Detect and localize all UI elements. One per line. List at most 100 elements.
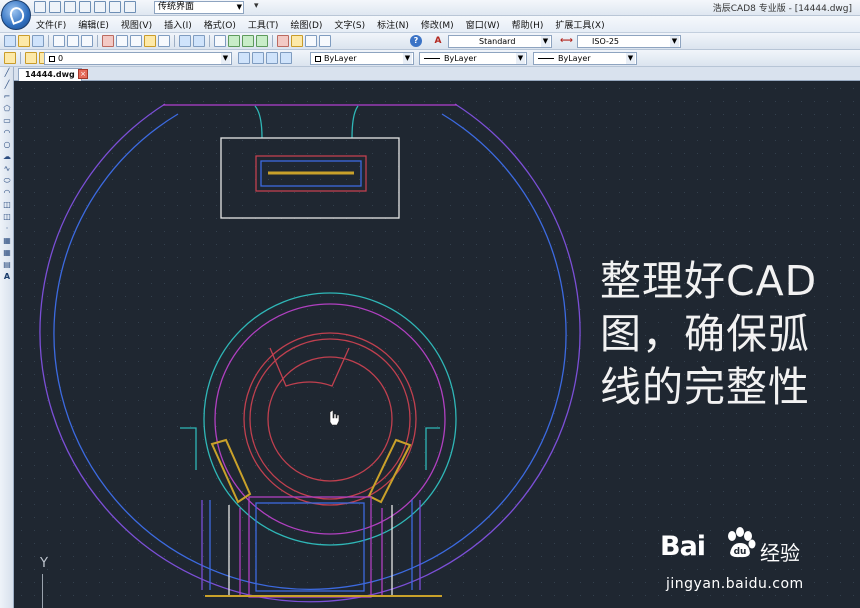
make-block-icon[interactable] xyxy=(2,212,12,222)
text-style-value: Standard xyxy=(479,37,516,46)
lower-cyan-left xyxy=(180,427,197,470)
standard-toolbar: ? A Standard ▼ ⟷ ISO-25 ▼ xyxy=(0,33,860,50)
outer-ring-inner xyxy=(53,113,567,590)
hatch-icon[interactable] xyxy=(2,236,12,246)
tool-palettes-icon[interactable] xyxy=(305,35,317,47)
layer-previous-icon[interactable] xyxy=(252,52,264,64)
layer-select[interactable]: 0 ▼ xyxy=(44,52,232,65)
polygon-icon[interactable] xyxy=(2,104,12,114)
help-icon[interactable]: ? xyxy=(410,35,422,47)
circle-icon[interactable] xyxy=(2,140,12,150)
menu-edit[interactable]: 编辑(E) xyxy=(78,18,117,31)
top-neck-right xyxy=(351,105,359,139)
linetype-select[interactable]: ByLayer ▼ xyxy=(419,52,527,65)
chevron-down-icon: ▼ xyxy=(236,3,242,11)
menu-tools[interactable]: 工具(T) xyxy=(248,18,287,31)
app-logo-icon[interactable] xyxy=(1,0,31,30)
print-icon[interactable] xyxy=(94,1,106,13)
menu-file[interactable]: 文件(F) xyxy=(36,18,74,31)
menu-modify[interactable]: 修改(M) xyxy=(421,18,462,31)
close-icon[interactable]: × xyxy=(78,69,88,79)
quick-access-customize[interactable]: ▾ xyxy=(254,1,259,11)
redo-icon[interactable] xyxy=(193,35,205,47)
layers-toolbar: 0 ▼ ByLayer ▼ ByLayer ▼ ByLayer ▼ xyxy=(0,50,860,67)
polyline-icon[interactable] xyxy=(2,92,12,102)
insert-block-icon[interactable] xyxy=(2,200,12,210)
saveas-icon[interactable] xyxy=(79,1,91,13)
design-center-icon[interactable] xyxy=(291,35,303,47)
region-icon[interactable] xyxy=(2,248,12,258)
menu-view[interactable]: 视图(V) xyxy=(121,18,160,31)
text-style-select[interactable]: Standard ▼ xyxy=(448,35,552,48)
cut-icon[interactable] xyxy=(102,35,114,47)
ellipse-icon[interactable] xyxy=(2,176,12,186)
xline-icon[interactable] xyxy=(2,80,12,90)
menu-text[interactable]: 文字(S) xyxy=(334,18,373,31)
menu-window[interactable]: 窗口(W) xyxy=(466,18,508,31)
save-icon[interactable] xyxy=(64,1,76,13)
menu-format[interactable]: 格式(O) xyxy=(204,18,244,31)
ucs-y-axis xyxy=(42,574,43,608)
publish-icon[interactable] xyxy=(81,35,93,47)
rectangle-icon[interactable] xyxy=(2,116,12,126)
properties-icon[interactable] xyxy=(277,35,289,47)
baidu-watermark: Bai du 经验 jingyan.baidu.com xyxy=(660,525,850,603)
new-file-icon[interactable] xyxy=(34,1,46,13)
tutorial-caption: 整理好CAD 图，确保弧 线的完整性 xyxy=(600,255,855,414)
zoom-previous-icon[interactable] xyxy=(256,35,268,47)
text-style-icon[interactable]: A xyxy=(432,35,444,47)
revcloud-icon[interactable] xyxy=(2,152,12,162)
linetype-value: ByLayer xyxy=(444,54,477,63)
dim-style-icon[interactable]: ⟷ xyxy=(560,35,573,47)
quick-access-toolbar xyxy=(34,1,136,13)
table-icon[interactable] xyxy=(2,260,12,270)
make-current-layer-icon[interactable] xyxy=(238,52,250,64)
layer-on-icon[interactable] xyxy=(25,52,37,64)
caption-line-2: 图，确保弧 xyxy=(600,310,810,358)
ellipse-arc-icon[interactable] xyxy=(2,188,12,198)
menu-extension-tools[interactable]: 扩展工具(X) xyxy=(555,18,612,31)
block-editor-icon[interactable] xyxy=(158,35,170,47)
redo-icon[interactable] xyxy=(124,1,136,13)
spline-icon[interactable] xyxy=(2,164,12,174)
window-title: 浩辰CAD8 专业版 - [14444.dwg] xyxy=(712,4,852,14)
match-properties-icon[interactable] xyxy=(144,35,156,47)
line-icon[interactable] xyxy=(2,68,12,78)
paste-icon[interactable] xyxy=(130,35,142,47)
print-icon[interactable] xyxy=(53,35,65,47)
caption-line-3: 线的完整性 xyxy=(600,363,810,411)
workspace-select[interactable]: 传统界面 ▼ xyxy=(154,1,244,14)
undo-icon[interactable] xyxy=(109,1,121,13)
hand-cursor xyxy=(329,409,340,426)
lineweight-select[interactable]: ByLayer ▼ xyxy=(533,52,637,65)
lineweight-value: ByLayer xyxy=(558,54,591,63)
caption-line-1: 整理好CAD xyxy=(600,257,818,305)
dim-style-select[interactable]: ISO-25 ▼ xyxy=(577,35,681,48)
top-neck-left xyxy=(254,105,263,139)
open-file-icon[interactable] xyxy=(49,1,61,13)
open-icon[interactable] xyxy=(18,35,30,47)
zoom-window-icon[interactable] xyxy=(242,35,254,47)
chevron-down-icon: ▼ xyxy=(626,53,635,64)
new-icon[interactable] xyxy=(4,35,16,47)
tab-14444-dwg[interactable]: 14444.dwg xyxy=(18,68,82,81)
calculator-icon[interactable] xyxy=(319,35,331,47)
copy-icon[interactable] xyxy=(116,35,128,47)
menu-insert[interactable]: 插入(I) xyxy=(164,18,200,31)
color-select[interactable]: ByLayer ▼ xyxy=(310,52,414,65)
paw-icon: du xyxy=(728,527,756,558)
save-icon[interactable] xyxy=(32,35,44,47)
layer-manager-icon[interactable] xyxy=(4,52,16,64)
pan-icon[interactable] xyxy=(214,35,226,47)
menu-draw[interactable]: 绘图(D) xyxy=(290,18,330,31)
text-icon[interactable]: A xyxy=(2,272,12,282)
print-preview-icon[interactable] xyxy=(67,35,79,47)
menu-help[interactable]: 帮助(H) xyxy=(512,18,552,31)
layer-states-icon[interactable] xyxy=(266,52,278,64)
point-icon[interactable] xyxy=(2,224,12,234)
arc-icon[interactable] xyxy=(2,128,12,138)
zoom-realtime-icon[interactable] xyxy=(228,35,240,47)
menu-dimension[interactable]: 标注(N) xyxy=(377,18,417,31)
layer-isolate-icon[interactable] xyxy=(280,52,292,64)
undo-icon[interactable] xyxy=(179,35,191,47)
